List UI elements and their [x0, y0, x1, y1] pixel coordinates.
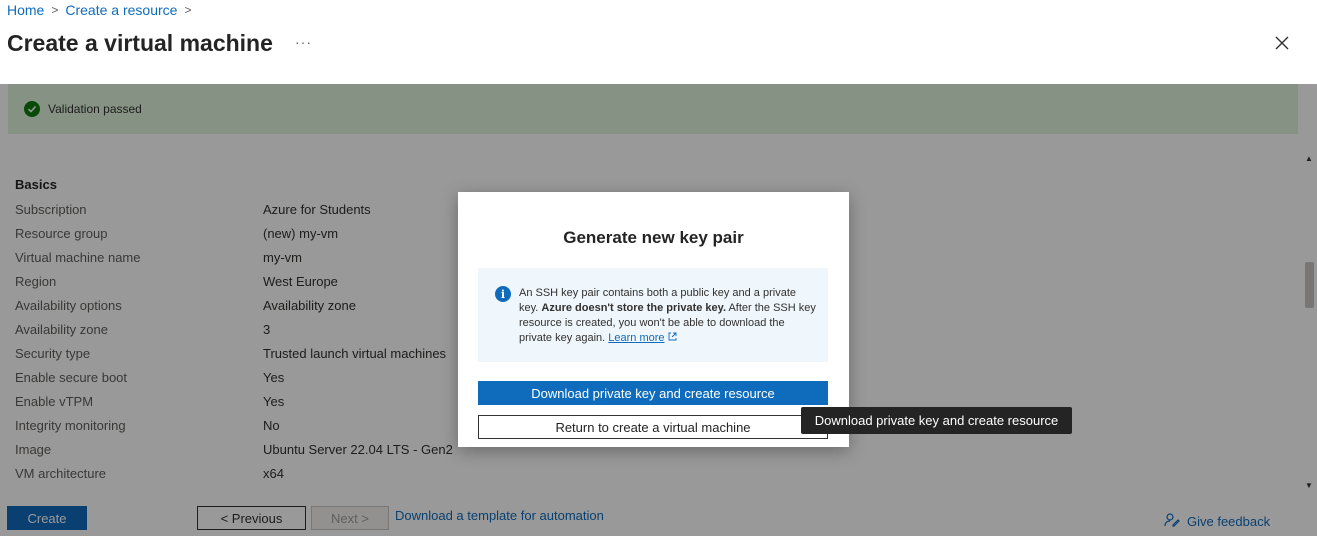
learn-more-link[interactable]: Learn more — [608, 332, 664, 344]
tooltip: Download private key and create resource — [801, 407, 1072, 434]
chevron-right-icon: > — [51, 3, 59, 17]
page-title: Create a virtual machine — [7, 30, 273, 56]
download-and-create-button[interactable]: Download private key and create resource — [478, 381, 828, 405]
generate-key-pair-dialog: Generate new key pair i An SSH key pair … — [458, 192, 849, 447]
chevron-right-icon: > — [184, 3, 192, 17]
close-icon[interactable] — [1271, 32, 1293, 54]
return-button[interactable]: Return to create a virtual machine — [478, 415, 828, 439]
info-icon: i — [495, 286, 511, 302]
external-link-icon — [668, 332, 677, 344]
breadcrumb-create-resource[interactable]: Create a resource — [65, 2, 177, 18]
breadcrumb-home[interactable]: Home — [7, 2, 44, 18]
info-message: i An SSH key pair contains both a public… — [478, 268, 828, 362]
dialog-title: Generate new key pair — [563, 228, 744, 247]
more-options-button[interactable]: ··· — [295, 34, 312, 50]
breadcrumb: Home > Create a resource > — [7, 2, 198, 18]
info-text-bold: Azure doesn't store the private key. — [541, 302, 726, 314]
